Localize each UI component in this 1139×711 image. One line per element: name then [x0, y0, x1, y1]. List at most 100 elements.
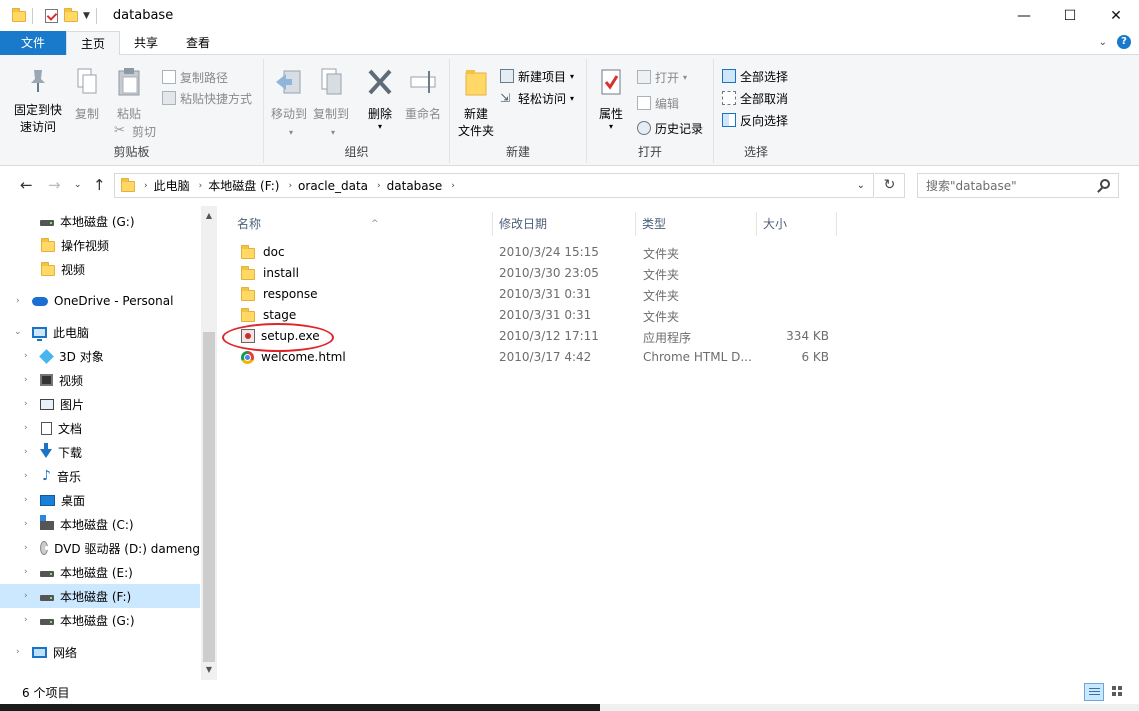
nav-item-music[interactable]: › ♪ 音乐: [0, 464, 200, 488]
chevron-right-icon[interactable]: ›: [24, 615, 28, 625]
nav-item-network[interactable]: › 网络: [0, 640, 200, 664]
chevron-right-icon[interactable]: ›: [24, 471, 28, 481]
minimize-button[interactable]: —: [1001, 0, 1047, 31]
back-arrow-icon[interactable]: ←: [20, 176, 33, 194]
nav-item-drive-e[interactable]: › 本地磁盘 (E:): [0, 560, 200, 584]
chevron-right-icon[interactable]: ›: [16, 647, 20, 657]
nav-item-videos[interactable]: › 视频: [0, 368, 200, 392]
delete-button[interactable]: 删除 ▾: [360, 67, 400, 131]
column-header-type[interactable]: 类型: [636, 212, 757, 236]
details-view-button[interactable]: [1084, 683, 1104, 701]
help-icon[interactable]: ?: [1117, 35, 1131, 49]
scroll-up-icon[interactable]: ▲: [201, 208, 217, 224]
chevron-right-icon[interactable]: ›: [24, 399, 28, 409]
paste-shortcut-button[interactable]: 粘贴快捷方式: [162, 88, 252, 108]
cut-button[interactable]: ✂ 剪切: [114, 121, 156, 141]
invert-selection-button[interactable]: 反向选择: [722, 110, 788, 130]
breadcrumb-database[interactable]: database: [387, 179, 443, 193]
select-none-button[interactable]: 全部取消: [722, 88, 788, 108]
scroll-down-icon[interactable]: ▼: [201, 662, 217, 678]
copy-button[interactable]: 复制: [68, 67, 106, 123]
nav-item-pictures[interactable]: › 图片: [0, 392, 200, 416]
chevron-right-icon[interactable]: ›: [24, 351, 28, 361]
maximize-button[interactable]: ☐: [1047, 0, 1093, 31]
copy-path-button[interactable]: 复制路径: [162, 67, 228, 87]
nav-item-drive-g-top[interactable]: 本地磁盘 (G:): [0, 209, 200, 233]
nav-item-drive-f[interactable]: › 本地磁盘 (F:): [0, 584, 200, 608]
chevron-down-icon[interactable]: ⌄: [14, 327, 22, 337]
chevron-right-icon[interactable]: ›: [24, 519, 28, 529]
scrollbar-thumb[interactable]: [203, 332, 215, 662]
chevron-right-icon[interactable]: ›: [451, 181, 455, 191]
open-button[interactable]: 打开 ▾: [637, 67, 687, 87]
search-icon[interactable]: [1100, 179, 1110, 189]
table-row[interactable]: doc 2010/3/24 15:15 文件夹: [233, 242, 833, 263]
tab-share[interactable]: 共享: [120, 31, 172, 55]
up-arrow-icon[interactable]: ↑: [93, 176, 106, 194]
tab-view[interactable]: 查看: [172, 31, 224, 55]
tab-file[interactable]: 文件: [0, 31, 66, 55]
nav-item-this-pc[interactable]: ⌄ 此电脑: [0, 320, 200, 344]
chevron-right-icon[interactable]: ›: [24, 423, 28, 433]
move-to-button[interactable]: 移动到▾: [268, 67, 310, 141]
column-header-size[interactable]: 大小: [757, 212, 837, 236]
breadcrumb-oracle-data[interactable]: oracle_data: [298, 179, 368, 193]
recent-locations-icon[interactable]: ⌄: [74, 180, 82, 190]
nav-item-videos-folder[interactable]: 视频: [0, 257, 200, 281]
large-icons-view-button[interactable]: [1108, 683, 1128, 701]
nav-item-dvd-d[interactable]: › DVD 驱动器 (D:) dameng: [0, 536, 200, 560]
column-header-modified[interactable]: 修改日期: [493, 212, 636, 236]
folder-icon[interactable]: [12, 8, 26, 22]
chevron-right-icon[interactable]: ›: [24, 495, 28, 505]
select-all-button[interactable]: 全部选择: [722, 66, 788, 86]
copy-to-button[interactable]: 复制到▾: [310, 67, 352, 141]
properties-check-icon[interactable]: [45, 8, 58, 23]
refresh-button[interactable]: ↻: [875, 173, 905, 198]
table-row[interactable]: response 2010/3/31 0:31 文件夹: [233, 284, 833, 305]
search-box[interactable]: [917, 173, 1119, 198]
nav-item-downloads[interactable]: › 下载: [0, 440, 200, 464]
chevron-right-icon[interactable]: ›: [24, 567, 28, 577]
table-row[interactable]: welcome.html 2010/3/17 4:42 Chrome HTML …: [233, 347, 833, 368]
column-header-name[interactable]: 名称 ^: [231, 212, 493, 236]
nav-item-documents[interactable]: › 文档: [0, 416, 200, 440]
chevron-right-icon[interactable]: ›: [199, 181, 203, 191]
history-button[interactable]: 历史记录: [637, 118, 703, 138]
pin-quick-access-button[interactable]: 固定到快 速访问: [12, 67, 64, 136]
nav-item-drive-g[interactable]: › 本地磁盘 (G:): [0, 608, 200, 632]
nav-item-drive-c[interactable]: › 本地磁盘 (C:): [0, 512, 200, 536]
new-folder-button[interactable]: 新建 文件夹: [454, 67, 498, 140]
paste-button[interactable]: 粘贴: [110, 67, 148, 123]
nav-item-desktop[interactable]: › 桌面: [0, 488, 200, 512]
expand-ribbon-icon[interactable]: ⌄: [1099, 37, 1107, 48]
chevron-right-icon[interactable]: ›: [24, 375, 28, 385]
rename-button[interactable]: 重命名: [402, 67, 444, 123]
table-row[interactable]: install 2010/3/30 23:05 文件夹: [233, 263, 833, 284]
nav-item-onedrive[interactable]: › OneDrive - Personal: [0, 289, 200, 313]
breadcrumb-drive-f[interactable]: 本地磁盘 (F:): [208, 177, 279, 194]
chevron-right-icon[interactable]: ›: [24, 543, 28, 553]
address-dropdown-icon[interactable]: ⌄: [857, 180, 865, 191]
chevron-right-icon[interactable]: ›: [377, 181, 381, 191]
nav-scrollbar[interactable]: ▲ ▼: [201, 206, 217, 680]
address-bar[interactable]: › 此电脑 › 本地磁盘 (F:) › oracle_data › databa…: [114, 173, 874, 198]
new-item-button[interactable]: 新建项目 ▾: [500, 66, 574, 86]
easy-access-button[interactable]: ⇲ 轻松访问 ▾: [500, 88, 574, 108]
chevron-right-icon[interactable]: ›: [24, 447, 28, 457]
nav-item-3d-objects[interactable]: › 3D 对象: [0, 344, 200, 368]
chevron-right-icon[interactable]: ›: [16, 296, 20, 306]
table-row[interactable]: stage 2010/3/31 0:31 文件夹: [233, 305, 833, 326]
nav-item-operation-videos[interactable]: 操作视频: [0, 233, 200, 257]
new-folder-icon[interactable]: [64, 8, 78, 22]
edit-button[interactable]: 编辑: [637, 93, 679, 113]
forward-arrow-icon[interactable]: →: [48, 176, 61, 194]
search-input[interactable]: [918, 174, 1088, 197]
chevron-right-icon[interactable]: ›: [288, 181, 292, 191]
properties-button[interactable]: 属性 ▾: [593, 67, 629, 131]
chevron-right-icon[interactable]: ›: [144, 181, 148, 191]
chevron-right-icon[interactable]: ›: [24, 591, 28, 601]
tab-home[interactable]: 主页: [66, 31, 121, 56]
close-button[interactable]: ✕: [1093, 0, 1139, 31]
chevron-down-icon[interactable]: ▼: [83, 11, 90, 21]
breadcrumb-this-pc[interactable]: 此电脑: [154, 177, 190, 194]
